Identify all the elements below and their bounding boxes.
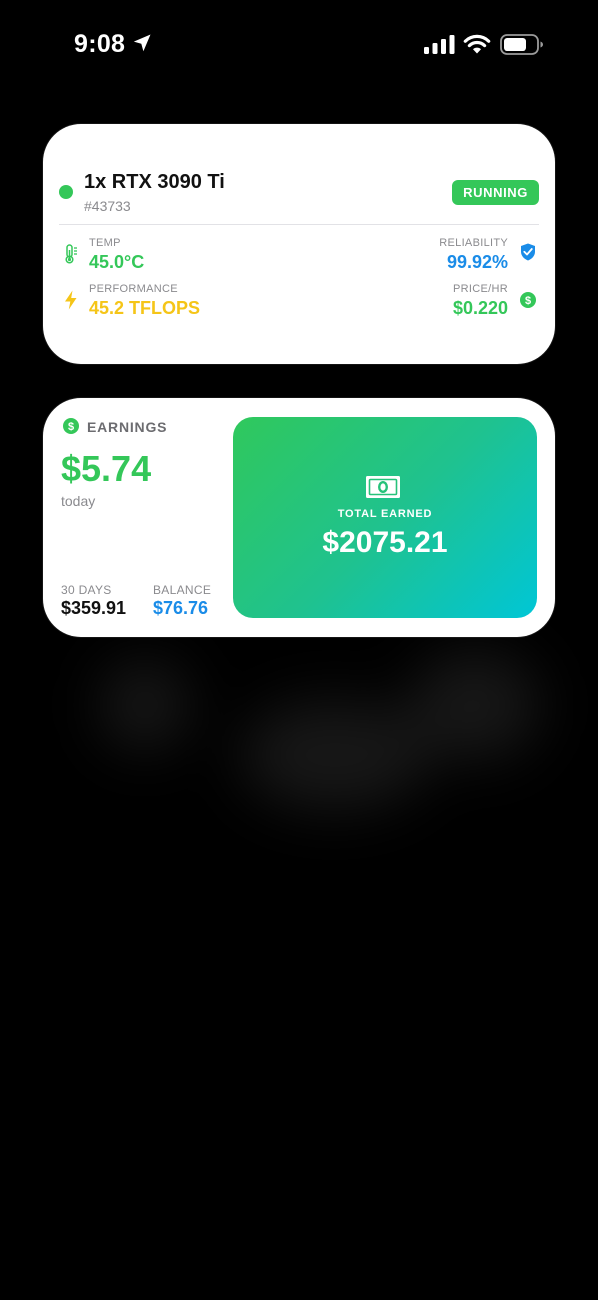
balance-value: $76.76 — [153, 598, 209, 618]
thermometer-icon — [65, 244, 77, 264]
total-earned-card: TOTAL EARNED $2075.21 — [233, 417, 537, 618]
temp-label: TEMP — [89, 237, 121, 249]
reliability-value: 99.92% — [446, 252, 508, 272]
svg-text:$: $ — [68, 421, 74, 433]
lightning-bolt-icon — [65, 290, 77, 310]
cellular-signal-icon — [424, 35, 455, 54]
location-arrow-icon — [133, 34, 151, 52]
home-screen: 9:08 1x RTX 3090 Ti #43733 RUNNING TEMP … — [0, 0, 598, 1300]
dollar-circle-icon: $ — [63, 418, 79, 434]
price-value: $0.220 — [452, 298, 508, 318]
svg-text:$: $ — [525, 295, 531, 307]
temp-value: 45.0°C — [89, 252, 145, 272]
30-days-value: $359.91 — [61, 598, 127, 618]
dollar-circle-icon: $ — [520, 292, 536, 308]
performance-value: 45.2 TFLOPS — [89, 298, 201, 318]
earnings-widget[interactable]: $ EARNINGS $5.74 today 30 DAYS $359.91 B… — [43, 398, 555, 637]
shield-check-icon — [521, 243, 535, 261]
balance-label: BALANCE — [153, 583, 212, 597]
background-glow — [90, 640, 560, 840]
battery-icon — [500, 34, 543, 55]
earnings-header: EARNINGS — [87, 419, 168, 435]
reliability-label: RELIABILITY — [439, 237, 508, 249]
status-badge: RUNNING — [452, 180, 539, 205]
status-bar: 9:08 — [0, 0, 598, 90]
total-earned-label: TOTAL EARNED — [337, 508, 433, 520]
wifi-icon — [463, 34, 491, 54]
status-time: 9:08 — [74, 30, 126, 58]
divider — [59, 224, 539, 225]
performance-label: PERFORMANCE — [89, 283, 178, 295]
price-label: PRICE/HR — [453, 283, 508, 295]
gpu-name: 1x RTX 3090 Ti — [84, 171, 225, 193]
30-days-label: 30 DAYS — [61, 583, 112, 597]
running-status-dot — [59, 185, 73, 199]
today-label: today — [61, 493, 96, 509]
gpu-status-widget[interactable]: 1x RTX 3090 Ti #43733 RUNNING TEMP 45.0°… — [43, 124, 555, 364]
cash-icon — [366, 476, 400, 498]
today-earnings-value: $5.74 — [61, 448, 152, 489]
total-earned-value: $2075.21 — [322, 526, 448, 559]
gpu-instance-id: #43733 — [84, 198, 131, 214]
